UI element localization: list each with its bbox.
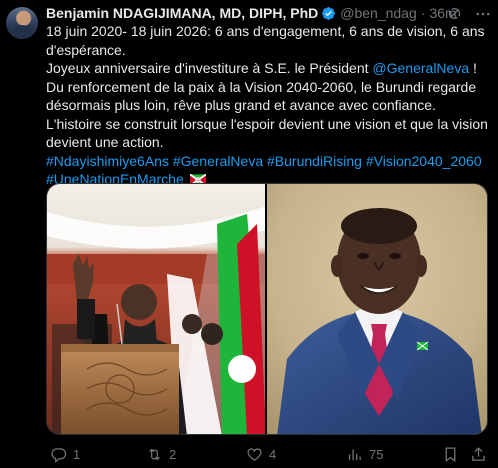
repost-count: 2 — [169, 447, 177, 462]
separator-dot: · — [420, 5, 426, 21]
hashtag-link[interactable]: #BurundiRising — [267, 153, 362, 169]
author-name[interactable]: Benjamin NDAGIJIMANA, MD, DIPH, PhD — [46, 5, 318, 21]
bookmark-button[interactable] — [442, 446, 459, 463]
tweet[interactable]: Benjamin NDAGIJIMANA, MD, DIPH, PhD @ben… — [0, 0, 498, 468]
like-button[interactable]: 4 — [246, 446, 276, 463]
repost-button[interactable]: 2 — [146, 446, 176, 463]
hashtag-link[interactable]: #Vision2040_2060 — [366, 153, 482, 169]
action-bar: 1 2 4 75 — [46, 444, 488, 464]
reply-button[interactable]: 1 — [50, 446, 80, 463]
mention-link[interactable]: @GeneralNeva — [372, 60, 469, 76]
share-button[interactable] — [470, 446, 487, 463]
verified-badge-icon — [322, 6, 336, 20]
reply-count: 1 — [73, 447, 81, 462]
text-line: Joyeux anniversaire d'investiture à S.E.… — [46, 59, 488, 78]
share-icon — [472, 447, 485, 461]
inauguration-photo-image — [47, 184, 265, 434]
author-avatar[interactable] — [6, 7, 38, 39]
text-line: désormais plus loin, rêve plus grand et … — [46, 97, 436, 113]
views-button[interactable]: 75 — [346, 446, 383, 463]
grok-icon[interactable] — [446, 5, 463, 22]
more-options-icon[interactable] — [474, 5, 492, 23]
author-handle[interactable]: @ben_ndag — [340, 5, 417, 21]
text-line: L'histoire se construit lorsque l'espoir… — [46, 115, 488, 132]
like-count: 4 — [269, 447, 277, 462]
text-line: 18 juin 2020- 18 juin 2026: 6 ans d'enga… — [46, 23, 485, 39]
photo-portrait[interactable] — [267, 184, 487, 434]
hashtag-line: #Ndayishimiye6Ans #GeneralNeva #BurundiR… — [46, 152, 488, 171]
photo-inauguration[interactable] — [47, 184, 265, 434]
heart-icon — [247, 448, 262, 461]
tweet-text: 18 juin 2020- 18 juin 2026: 6 ans d'enga… — [46, 22, 488, 189]
views-chart-icon — [348, 449, 361, 461]
views-count: 75 — [369, 447, 384, 462]
text-fragment: ! — [469, 60, 477, 76]
hashtag-link[interactable]: #GeneralNeva — [173, 153, 263, 169]
text-line: d'espérance. — [46, 41, 126, 58]
reply-icon — [51, 448, 67, 463]
tweet-header: Benjamin NDAGIJIMANA, MD, DIPH, PhD @ben… — [46, 4, 486, 22]
text-line: devient une action. — [46, 134, 164, 150]
text-fragment: Joyeux anniversaire d'investiture à S.E.… — [46, 60, 373, 76]
avatar-figure — [12, 25, 32, 39]
hashtag-link[interactable]: #Ndayishimiye6Ans — [46, 153, 169, 169]
bookmark-icon — [445, 447, 456, 463]
portrait-photo-image — [267, 184, 487, 434]
repost-icon — [149, 448, 160, 461]
text-line: Du renforcement de la paix à la Vision 2… — [46, 78, 477, 95]
media-grid — [46, 183, 488, 435]
